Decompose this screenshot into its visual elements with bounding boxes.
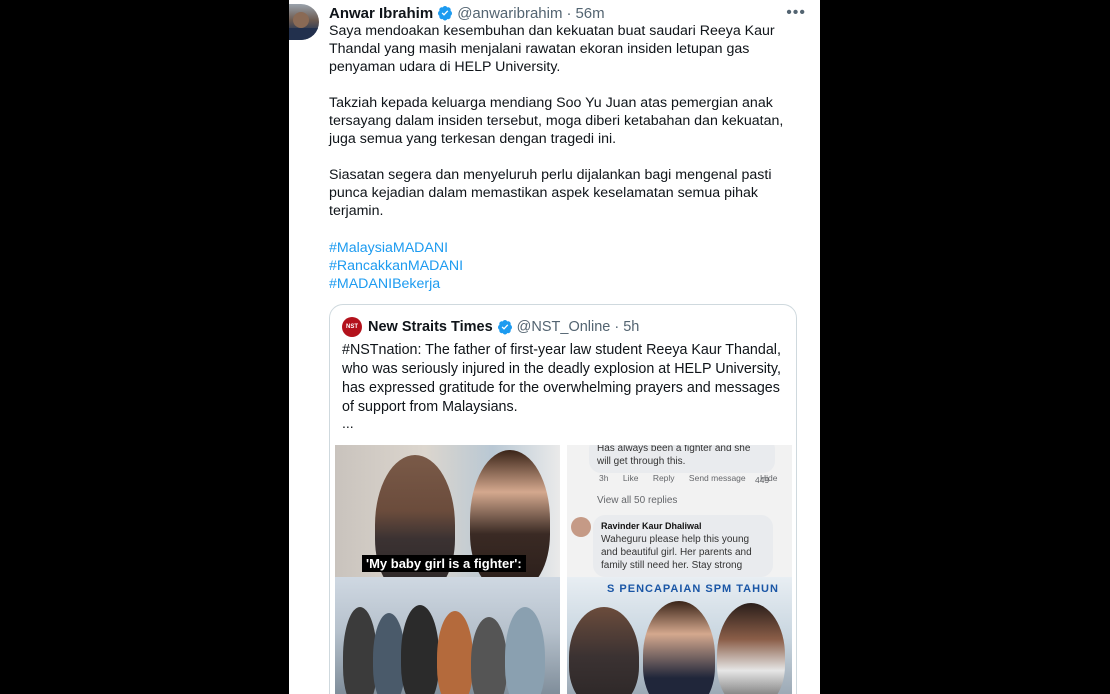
photo-group[interactable] [335,577,560,694]
group-person [505,607,545,694]
hashtag-link[interactable]: #RancakkanMADANI [329,257,463,275]
image-caption: 'My baby girl is a fighter': [362,555,526,572]
hashtag-list: #MalaysiaMADANI #RancakkanMADANI #MADANI… [329,239,463,293]
hashtag-link[interactable]: #MADANIBekerja [329,275,463,293]
quoted-author-name[interactable]: New Straits Times [368,319,493,335]
header-separator: · [566,4,572,22]
quoted-author-handle[interactable]: @NST_Online [517,319,611,335]
tweet-paragraph-1: Saya mendoakan kesembuhan dan kekuatan b… [329,23,775,75]
verified-badge-icon [438,6,453,21]
author-name[interactable]: Anwar Ibrahim [329,5,433,22]
family-person [569,607,639,694]
tweet-paragraph-3: Siasatan segera dan menyeluruh perlu dij… [329,167,772,219]
comment-bubble: Has always been a fighter and she will g… [589,445,775,473]
quoted-tweet-header: NST New Straits Times @NST_Online · 5h [342,317,784,337]
author-avatar[interactable] [289,4,319,40]
photo-family[interactable]: S PENCAPAIAN SPM TAHUN [567,577,792,694]
verified-badge-icon [497,320,512,335]
group-person [401,605,439,694]
tweet-body: Saya mendoakan kesembuhan dan kekuatan b… [329,22,789,238]
tweet-paragraph-2: Takziah kepada keluarga mendiang Soo Yu … [329,95,784,147]
photo-banner-text: S PENCAPAIAN SPM TAHUN [607,583,779,595]
tweet-time[interactable]: 56m [575,5,604,22]
tweet-panel: Anwar Ibrahim @anwaribrahim · 56m ••• Sa… [289,0,820,694]
like-count: 449 [755,475,770,485]
quoted-tweet[interactable]: NST New Straits Times @NST_Online · 5h #… [329,304,797,694]
avatar-face [293,12,309,28]
send-message-link: Send message [688,473,746,483]
group-person [343,607,377,694]
quoted-separator: · [614,319,620,335]
group-person [471,617,507,694]
hashtag-link[interactable]: #MalaysiaMADANI [329,239,463,257]
author-handle[interactable]: @anwaribrahim [457,5,562,22]
commenter-name: Ravinder Kaur Dhaliwal [601,521,702,531]
comment-text: Waheguru please help this young and beau… [601,534,752,571]
group-person [437,611,473,694]
comment-bubble: Ravinder Kaur Dhaliwal Waheguru please h… [593,515,773,577]
commenter-avatar [571,517,591,537]
quoted-tweet-text: #NSTnation: The father of first-year law… [342,342,781,415]
quoted-time[interactable]: 5h [623,319,639,335]
view-replies: View all 50 replies [597,495,678,506]
screenshot-comments[interactable]: Has always been a fighter and she will g… [567,445,792,578]
avatar-suit [289,28,319,40]
like-link: Like [622,473,639,483]
nst-logo[interactable]: NST [342,317,362,337]
photo-father-daughter[interactable]: 'My baby girl is a fighter': [335,445,560,578]
comment-age: 3h [599,473,609,483]
family-person [643,601,715,694]
comment-text: Has always been a fighter and she will g… [597,445,751,467]
more-options-icon[interactable]: ••• [786,4,806,22]
family-person [717,603,785,694]
tweet-header: Anwar Ibrahim @anwaribrahim · 56m ••• [329,4,806,22]
reply-link: Reply [652,473,675,483]
quoted-ellipsis: ... [342,415,354,431]
